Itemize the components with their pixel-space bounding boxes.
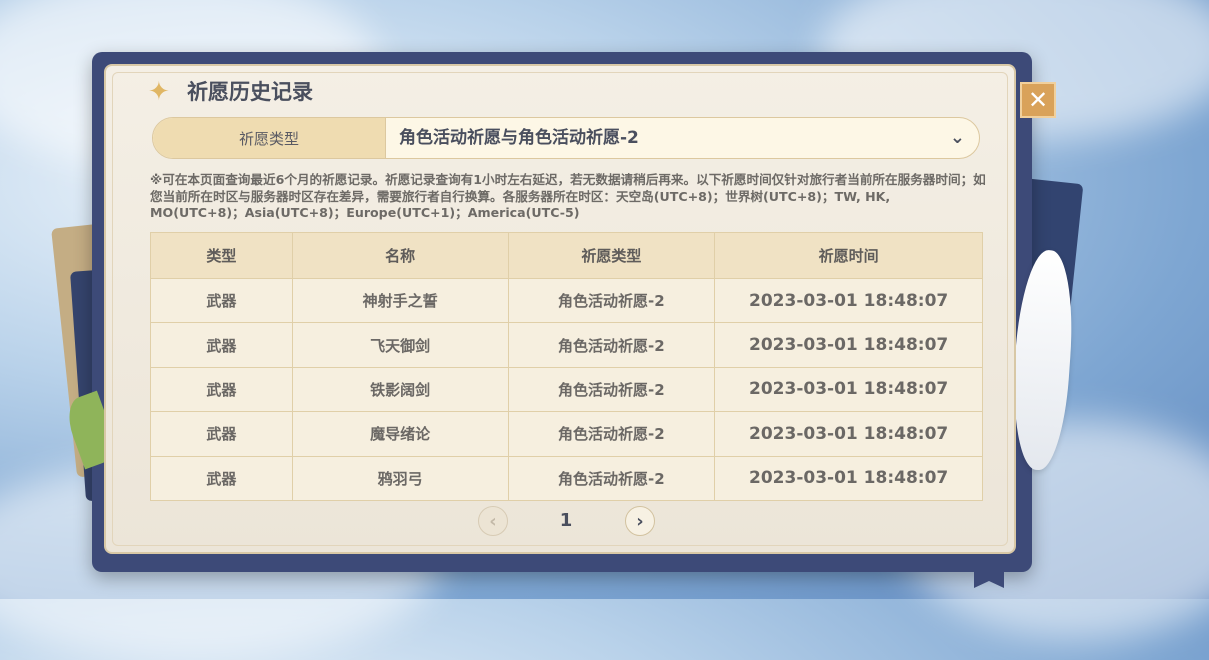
cell-type: 武器: [150, 455, 293, 501]
cell-wish-type: 角色活动祈愿-2: [507, 455, 716, 501]
cell-wish-time: 2023-03-01 18:48:07: [714, 322, 983, 368]
cell-name: 神射手之誓: [291, 277, 509, 324]
cell-wish-time: 2023-03-01 18:48:07: [714, 366, 983, 413]
cell-wish-time: 2023-03-01 18:48:07: [714, 277, 983, 324]
header-wish-time: 祈愿时间: [714, 232, 983, 279]
close-icon: ✕: [1027, 86, 1049, 114]
cell-name: 魔导绪论: [291, 411, 509, 457]
cell-type: 武器: [150, 277, 293, 324]
cell-name: 鸦羽弓: [291, 455, 509, 501]
cell-name: 铁影阔剑: [291, 366, 509, 413]
cell-wish-type: 角色活动祈愿-2: [507, 366, 716, 413]
notice-text: ※可在本页面查询最近6个月的祈愿记录。祈愿记录查询有1小时左右延迟，若无数据请稍…: [150, 172, 986, 220]
page-title: 祈愿历史记录: [187, 80, 313, 104]
cell-type: 武器: [150, 411, 293, 457]
header-type: 类型: [150, 232, 293, 279]
cell-wish-type: 角色活动祈愿-2: [507, 277, 716, 324]
table-header-row: 类型 名称 祈愿类型 祈愿时间: [150, 232, 983, 279]
cell-wish-time: 2023-03-01 18:48:07: [714, 455, 983, 501]
cell-wish-time: 2023-03-01 18:48:07: [714, 411, 983, 457]
table-row: 武器 铁影阔剑 角色活动祈愿-2 2023-03-01 18:48:07: [150, 366, 983, 413]
header-name: 名称: [291, 232, 509, 279]
chevron-right-icon: ›: [636, 510, 644, 532]
cell-wish-type: 角色活动祈愿-2: [507, 411, 716, 457]
current-page-number: 1: [559, 510, 573, 531]
table-row: 武器 飞天御剑 角色活动祈愿-2 2023-03-01 18:48:07: [150, 322, 983, 368]
sparkle-icon: ✦: [148, 77, 170, 107]
header-wish-type: 祈愿类型: [507, 232, 716, 279]
chevron-down-icon[interactable]: ⌄: [950, 118, 965, 158]
next-page-button[interactable]: ›: [625, 506, 655, 536]
cell-wish-type: 角色活动祈愿-2: [507, 322, 716, 368]
close-button[interactable]: ✕: [1020, 82, 1056, 118]
chevron-left-icon: ‹: [489, 510, 497, 532]
wish-type-selector[interactable]: 祈愿类型 角色活动祈愿与角色活动祈愿-2 ⌄: [152, 117, 980, 159]
wish-type-selected-value: 角色活动祈愿与角色活动祈愿-2: [399, 128, 639, 148]
cell-name: 飞天御剑: [291, 322, 509, 368]
previous-page-button[interactable]: ‹: [478, 506, 508, 536]
table-row: 武器 魔导绪论 角色活动祈愿-2 2023-03-01 18:48:07: [150, 411, 983, 457]
wish-records-table: 类型 名称 祈愿类型 祈愿时间 武器 神射手之誓 角色活动祈愿-2 2023-0…: [150, 232, 983, 501]
cell-type: 武器: [150, 366, 293, 413]
cell-type: 武器: [150, 322, 293, 368]
wish-type-label: 祈愿类型: [153, 118, 386, 158]
table-row: 武器 神射手之誓 角色活动祈愿-2 2023-03-01 18:48:07: [150, 277, 983, 324]
table-row: 武器 鸦羽弓 角色活动祈愿-2 2023-03-01 18:48:07: [150, 455, 983, 501]
